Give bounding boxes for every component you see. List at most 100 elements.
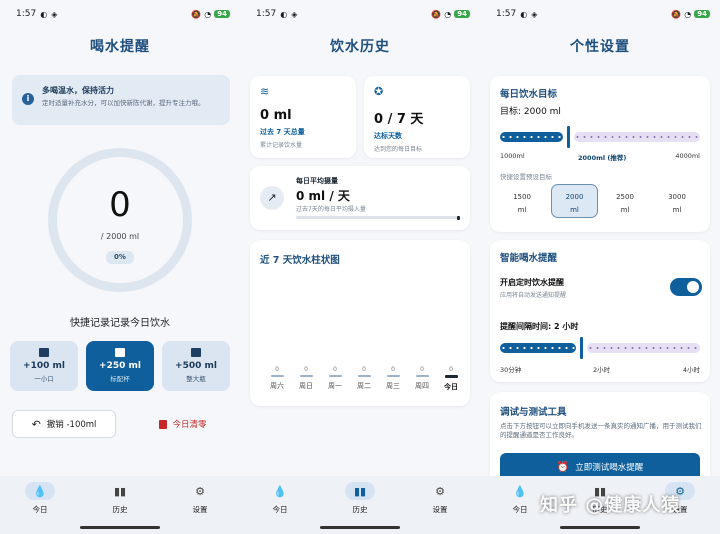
water-drop-icon: 💧 <box>25 482 55 500</box>
bar-mark <box>299 375 313 377</box>
trash-icon <box>159 419 168 429</box>
quick-value: +500 ml <box>175 361 217 371</box>
status-time: 1:57 <box>16 9 37 19</box>
nav-today[interactable]: 💧 今日 <box>10 482 70 534</box>
goal-mid-label: 2000ml (推荐) <box>578 154 627 162</box>
bar-chart-icon: ▮▮ <box>113 484 127 498</box>
gear-icon: ⚙ <box>195 484 205 498</box>
bar-value: 0 <box>275 366 279 373</box>
average-card: ↗ 每日平均摄量 0 ml / 天 过去7天的每日平均摄入量 <box>250 166 470 230</box>
daily-goal: / 2000 ml <box>100 232 140 241</box>
mute-icon: 🔕 <box>671 9 682 19</box>
clear-label: 今日清零 <box>172 420 207 430</box>
reminder-toggle-label: 开启定时饮水提醒 <box>500 278 564 287</box>
bar-label: 周一 <box>328 382 342 390</box>
preset-unit: ml <box>517 206 527 214</box>
interval-slider-thumb[interactable] <box>580 337 583 359</box>
preset-unit: ml <box>620 206 630 214</box>
bar-5: 0 周四 <box>415 366 429 391</box>
preset-value: 3000 <box>668 193 686 201</box>
bar-label: 周日 <box>299 382 313 390</box>
goal-section-title: 每日饮水目标 <box>500 89 558 100</box>
add-100ml-button[interactable]: +100 ml 一小口 <box>10 341 78 391</box>
battery-indicator: 94 <box>214 10 230 18</box>
history-screen: 1:57 ◐ ◈ 🔕 ◔ 94 饮水历史 ≋ 0 ml 过去 7 天总量 累计记… <box>240 0 480 534</box>
current-intake: 0 <box>109 185 131 225</box>
tip-description: 定时适量补充水分，可以加快新陈代谢，提升专注力哦。 <box>42 99 205 107</box>
star-icon: ✪ <box>374 85 384 98</box>
goal-days-value: 0 / 7 天 <box>374 112 424 127</box>
goal-slider[interactable] <box>500 126 700 148</box>
reminder-toggle-desc: 应用将自动发送通知提醒 <box>500 292 567 299</box>
today-screen: 1:57 ◐ ◈ 🔕 ◔ 94 喝水提醒 i 多喝温水，保持活力 定时适量补充水… <box>0 0 240 534</box>
preset-3000[interactable]: 3000 ml <box>655 185 699 218</box>
page-title: 饮水历史 <box>330 39 390 55</box>
nav-label: 今日 <box>32 505 48 514</box>
goal-slider-filled <box>500 132 563 142</box>
bar-mark <box>328 375 342 377</box>
battery-indicator: 94 <box>694 10 710 18</box>
bar-value: 0 <box>362 366 366 373</box>
preset-unit: ml <box>570 206 579 214</box>
goal-days-card: ✪ 0 / 7 天 达标天数 达到您的每日目标 <box>364 76 470 158</box>
progress-percent-badge: 0% <box>106 251 134 264</box>
average-progress-end <box>457 215 460 220</box>
home-indicator[interactable] <box>80 526 160 529</box>
quick-record-title: 快捷记录记录今日饮水 <box>70 318 170 329</box>
bar-2: 0 周一 <box>328 366 342 391</box>
bar-value: 0 <box>391 366 395 373</box>
preset-2000[interactable]: 2000 ml <box>551 184 598 218</box>
goal-slider-thumb[interactable] <box>567 126 570 148</box>
settings-notification-icon: ◈ <box>531 9 538 19</box>
reminder-toggle[interactable] <box>670 278 702 296</box>
alarm-icon: ⏰ <box>556 461 570 473</box>
status-bar: 1:57 ◐ ◈ 🔕 ◔ 94 <box>0 0 240 28</box>
battery-indicator: 94 <box>454 10 470 18</box>
interval-label: 提醒间隔时间: 2 小时 <box>500 322 579 331</box>
chart-title: 近 7 天饮水柱状图 <box>260 255 340 266</box>
nav-settings[interactable]: ⚙ 设置 <box>410 482 470 534</box>
wifi-icon: ◔ <box>204 9 212 19</box>
undo-button[interactable]: ↶ 撤销 -100ml <box>12 410 116 438</box>
reminder-section-title: 智能喝水提醒 <box>500 253 558 264</box>
wifi-icon: ◔ <box>444 9 452 19</box>
clear-today-button[interactable]: 今日清零 <box>140 410 226 438</box>
bar-0: 0 周六 <box>270 366 284 391</box>
add-250ml-button[interactable]: +250 ml 标配杯 <box>86 341 154 391</box>
bottle-icon <box>191 348 201 357</box>
home-indicator[interactable] <box>320 526 400 529</box>
undo-icon: ↶ <box>31 417 41 431</box>
settings-screen: 1:57 ◐ ◈ 🔕 ◔ 94 个性设置 每日饮水目标 目标: 2000 ml … <box>480 0 720 534</box>
bar-label: 周六 <box>270 382 284 390</box>
home-indicator[interactable] <box>560 526 640 529</box>
bar-label: 周三 <box>386 382 400 390</box>
nav-today[interactable]: 💧 今日 <box>250 482 310 534</box>
interval-mid-label: 2小时 <box>593 366 611 374</box>
quick-label: 整大瓶 <box>186 375 206 383</box>
preset-value: 2000 <box>565 193 584 201</box>
quick-label: 一小口 <box>34 375 54 383</box>
preset-2500[interactable]: 2500 ml <box>603 185 647 218</box>
page-title: 个性设置 <box>570 39 630 55</box>
info-icon: i <box>22 93 34 105</box>
tip-banner: i 多喝温水，保持活力 定时适量补充水分，可以加快新陈代谢，提升专注力哦。 <box>12 75 230 125</box>
bar-value: 0 <box>420 366 424 373</box>
interval-slider[interactable] <box>500 337 700 359</box>
bar-value: 0 <box>304 366 308 373</box>
trend-icon: ↗ <box>260 186 284 210</box>
goal-slider-track <box>574 132 700 142</box>
add-500ml-button[interactable]: +500 ml 整大瓶 <box>162 341 230 391</box>
average-label: 每日平均摄量 <box>296 177 338 185</box>
preset-1500[interactable]: 1500 ml <box>500 185 544 218</box>
status-bar: 1:57 ◐ ◈ 🔕 ◔ 94 <box>480 0 720 28</box>
test-button-label: 立即测试喝水提醒 <box>575 463 644 473</box>
nav-label: 历史 <box>352 505 368 514</box>
nav-label: 设置 <box>192 505 208 514</box>
undo-label: 撤销 -100ml <box>46 420 97 430</box>
status-bar: 1:57 ◐ ◈ 🔕 ◔ 94 <box>240 0 480 28</box>
average-progress-track <box>296 215 460 220</box>
nav-label: 今日 <box>272 505 288 514</box>
nav-settings[interactable]: ⚙ 设置 <box>170 482 230 534</box>
watermark: 知乎 @健康人猿 <box>540 495 681 516</box>
test-description: 点击下方按钮可以立即向手机发送一条真实的通知广播，用于测试我们的提醒通道是否工作… <box>500 422 702 439</box>
